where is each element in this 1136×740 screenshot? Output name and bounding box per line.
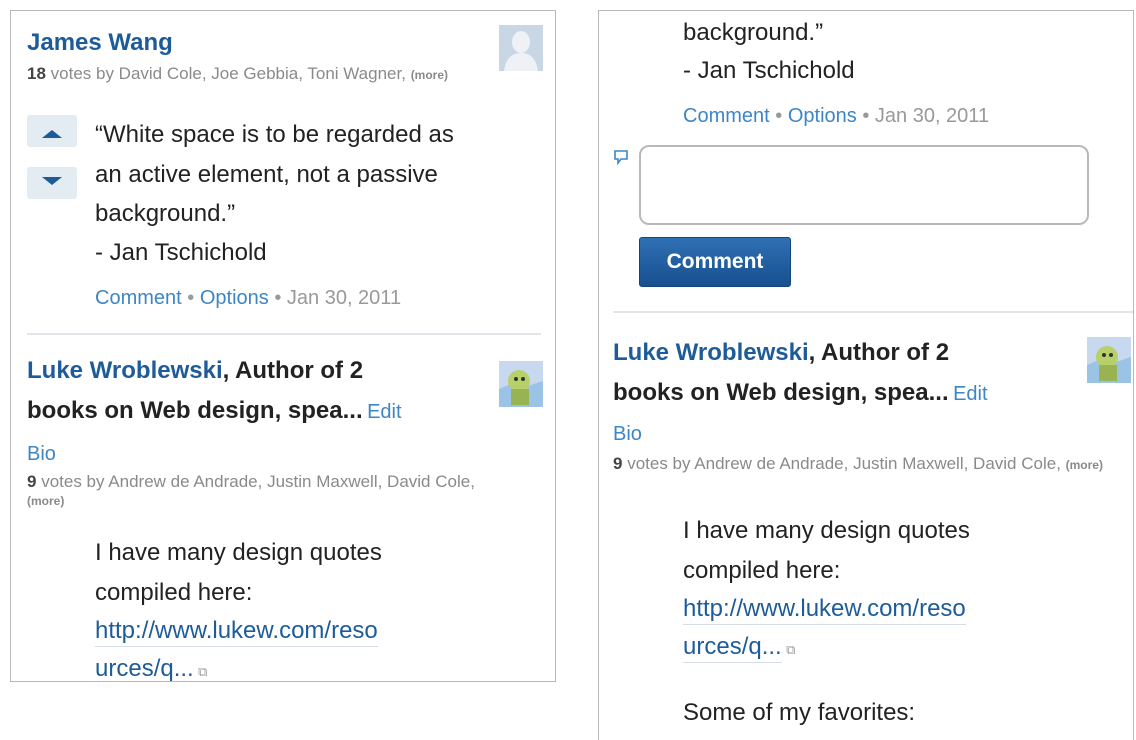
author-credential: , Author of 2 xyxy=(808,339,950,366)
more-voters-link[interactable]: (more) xyxy=(27,494,64,508)
edit-credential-link[interactable]: Edit xyxy=(953,383,987,405)
upvote-button[interactable] xyxy=(27,115,77,147)
cartoon-avatar-icon xyxy=(1087,337,1131,383)
caret-up-icon xyxy=(42,130,62,138)
comment-link[interactable]: Comment xyxy=(683,105,770,127)
author-credential: , Author of 2 xyxy=(222,357,364,384)
author-credential: books on Web design, spea... xyxy=(27,397,363,424)
voters-text: votes by David Cole, Joe Gebbia, Toni Wa… xyxy=(45,64,411,83)
bio-link[interactable]: Bio xyxy=(613,423,642,446)
answer-panel-right: background.” - Jan Tschichold Comment • … xyxy=(598,10,1134,740)
options-link[interactable]: Options xyxy=(200,287,269,309)
answer-date: Jan 30, 2011 xyxy=(874,105,990,127)
vote-count: 18 xyxy=(27,64,46,83)
resource-link-line: urces/q... ⧉ xyxy=(683,633,796,663)
answer-panel-left: James Wang 18 votes by David Cole, Joe G… xyxy=(10,10,556,682)
answer-actions: Comment • Options • Jan 30, 2011 xyxy=(683,105,989,128)
answer-author-line: Luke Wroblewski, Author of 2 xyxy=(613,339,949,367)
separator: • xyxy=(769,105,788,127)
answer-quote-line: an active element, not a passive xyxy=(95,161,438,188)
comment-input[interactable] xyxy=(639,145,1089,225)
answer-actions: Comment • Options • Jan 30, 2011 xyxy=(95,287,401,310)
comment-submit-button[interactable]: Comment xyxy=(639,237,791,287)
comment-link[interactable]: Comment xyxy=(95,287,182,309)
speech-bubble-icon xyxy=(613,149,629,170)
answer-body-line: I have many design quotes xyxy=(95,539,382,566)
answer-author-line: books on Web design, spea... Edit xyxy=(613,379,988,407)
cartoon-avatar-icon xyxy=(499,361,543,407)
edit-credential-link[interactable]: Edit xyxy=(367,401,401,423)
resource-link[interactable]: http://www.lukew.com/reso xyxy=(95,617,378,647)
answer-divider xyxy=(27,333,541,335)
answer-author-line: books on Web design, spea... Edit xyxy=(27,397,402,425)
external-link-icon: ⧉ xyxy=(198,664,208,679)
bio-link[interactable]: Bio xyxy=(27,443,56,466)
resource-link-line: urces/q... ⧉ xyxy=(95,655,208,681)
separator: • xyxy=(268,287,287,309)
author-name-link[interactable]: Luke Wroblewski xyxy=(613,339,809,366)
resource-link[interactable]: urces/q... xyxy=(683,633,782,663)
resource-link-line: http://www.lukew.com/reso xyxy=(95,617,378,647)
author-credential: books on Web design, spea... xyxy=(613,379,949,406)
answer-quote-line: background.” xyxy=(95,200,236,227)
options-link[interactable]: Options xyxy=(788,105,857,127)
downvote-button[interactable] xyxy=(27,167,77,199)
more-voters-link[interactable]: (more) xyxy=(1066,458,1103,472)
separator: • xyxy=(181,287,200,309)
vote-summary: 18 votes by David Cole, Joe Gebbia, Toni… xyxy=(27,65,477,84)
resource-link[interactable]: urces/q... xyxy=(95,655,194,681)
voters-text: votes by Andrew de Andrade, Justin Maxwe… xyxy=(622,454,1066,473)
answer-date: Jan 30, 2011 xyxy=(286,287,402,309)
answer-divider xyxy=(613,311,1133,313)
answer-quote-attribution: - Jan Tschichold xyxy=(95,239,267,266)
external-link-icon: ⧉ xyxy=(786,642,796,657)
answer-body-line: I have many design quotes xyxy=(683,517,970,544)
author-name-link[interactable]: Luke Wroblewski xyxy=(27,357,223,384)
answer-body-line: compiled here: xyxy=(683,557,841,584)
separator: • xyxy=(856,105,875,127)
author-name-link[interactable]: James Wang xyxy=(27,29,173,57)
user-avatar[interactable] xyxy=(1087,337,1131,383)
voters-text: votes by Andrew de Andrade, Justin Maxwe… xyxy=(36,472,475,491)
answer-quote-line: background.” xyxy=(683,19,824,46)
vote-summary: 9 votes by Andrew de Andrade, Justin Max… xyxy=(27,473,507,510)
answer-author-line: Luke Wroblewski, Author of 2 xyxy=(27,357,363,385)
caret-down-icon xyxy=(42,177,62,185)
answer-body-line: compiled here: xyxy=(95,579,253,606)
default-avatar-icon[interactable] xyxy=(499,25,543,71)
answer-quote-attribution: - Jan Tschichold xyxy=(683,57,855,84)
resource-link-line: http://www.lukew.com/reso xyxy=(683,595,966,625)
resource-link[interactable]: http://www.lukew.com/reso xyxy=(683,595,966,625)
answer-quote-line: “White space is to be regarded as xyxy=(95,121,454,148)
vote-summary: 9 votes by Andrew de Andrade, Justin Max… xyxy=(613,455,1113,474)
user-avatar[interactable] xyxy=(499,361,543,407)
more-voters-link[interactable]: (more) xyxy=(411,68,448,82)
